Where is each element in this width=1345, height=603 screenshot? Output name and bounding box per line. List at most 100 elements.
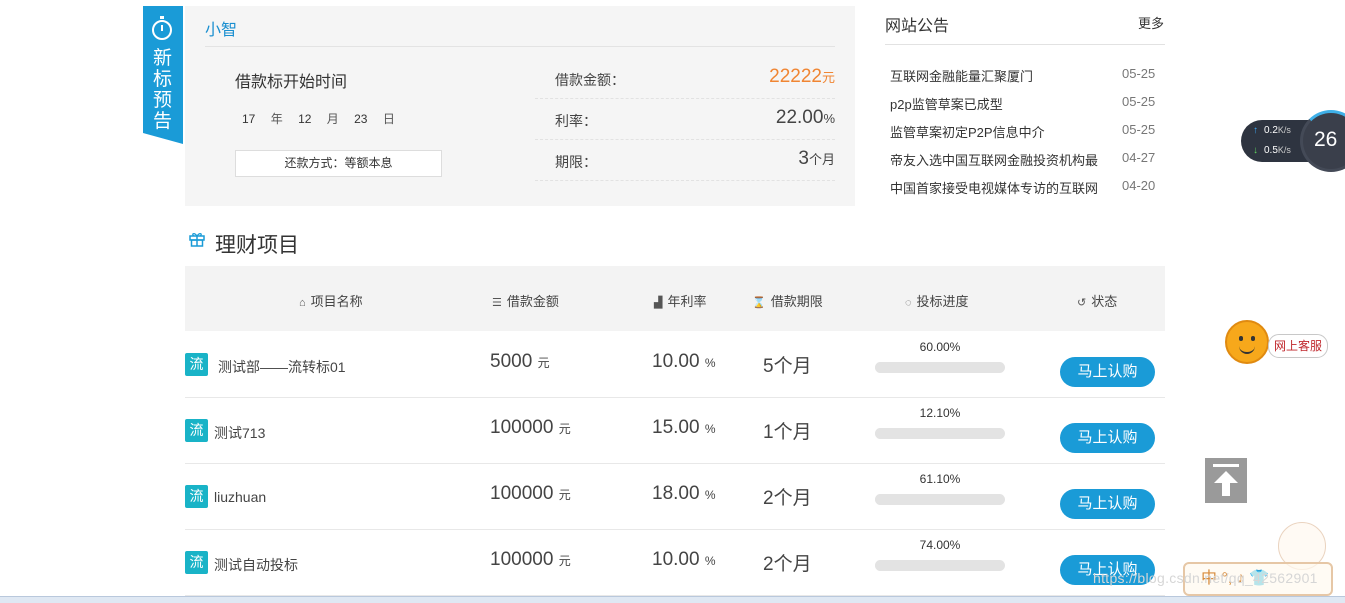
loan-term: 2个月 <box>763 488 812 509</box>
table-row: 流测试自动投标 100000 元 10.00 % 2个月 74.00% 马上认购 <box>185 530 1165 596</box>
annual-rate: 10.00 % <box>652 351 716 372</box>
history-icon: ↺ <box>1077 297 1087 309</box>
progress-percent: 61.10% <box>919 472 961 486</box>
back-to-top-button[interactable] <box>1205 458 1247 503</box>
header-progress: ◌ 投标进度 <box>905 294 969 309</box>
transfer-badge: 流 <box>185 551 208 574</box>
transfer-badge: 流 <box>185 419 208 442</box>
date-year-unit: 年 <box>270 112 283 126</box>
project-name-link[interactable]: 测试部——流转标01 <box>218 357 346 377</box>
loan-amount: 5000 元 <box>490 351 550 372</box>
subscribe-button[interactable]: 马上认购 <box>1060 357 1155 387</box>
progress-percent: 74.00% <box>919 538 961 552</box>
header-name: ⌂ 项目名称 <box>299 294 363 309</box>
notice-item[interactable]: 互联网金融能量汇聚厦门 05-25 <box>890 66 1165 86</box>
preview-amount-row: 借款金额： 22222元 <box>535 58 835 99</box>
service-label: 网上客服 <box>1268 334 1328 358</box>
subscribe-button[interactable]: 马上认购 <box>1060 489 1155 519</box>
date-day-unit: 日 <box>382 112 395 126</box>
divider <box>885 44 1165 45</box>
gauge-value: 26 <box>1314 128 1338 151</box>
notice-item-title[interactable]: 帝友入选中国互联网金融投资机构最 <box>890 150 1118 169</box>
new-loan-preview: 小智 借款标开始时间 17 年 12 月 23 日 还款方式：等额本息 借款金额… <box>185 6 855 206</box>
upload-arrow-icon: ↑ <box>1253 125 1258 136</box>
divider <box>205 46 835 47</box>
loan-term: 5个月 <box>763 356 812 377</box>
watermark-url: https://blog.csdn.net/qq_42562901 <box>1093 570 1318 586</box>
amount-label: 借款金额： <box>555 72 625 88</box>
progress-fill <box>875 560 972 571</box>
table-row: 流测试713 100000 元 15.00 % 1个月 12.10% 马上认购 <box>185 398 1165 464</box>
notice-item[interactable]: p2p监管草案已成型 05-25 <box>890 94 1165 114</box>
progress-bar <box>875 494 1005 505</box>
annual-rate: 15.00 % <box>652 417 716 438</box>
notice-title: 网站公告 <box>885 18 950 35</box>
notice-item-title[interactable]: 互联网金融能量汇聚厦门 <box>890 66 1118 85</box>
notice-item-date: 05-25 <box>1122 122 1156 137</box>
annual-rate: 10.00 % <box>652 549 716 570</box>
loan-amount: 100000 元 <box>490 549 571 570</box>
smiley-headset-icon <box>1225 320 1269 364</box>
home-icon: ⌂ <box>299 297 306 309</box>
date-month: 12 <box>298 112 312 126</box>
transfer-badge: 流 <box>185 353 208 376</box>
stopwatch-icon <box>152 16 172 40</box>
date-year: 17 <box>242 112 256 126</box>
download-speed: ↓ 0.5K/s <box>1253 145 1291 156</box>
notice-item[interactable]: 中国首家接受电视媒体专访的互联网 04-20 <box>890 178 1165 198</box>
ribbon-text: 新标预告 <box>153 48 173 132</box>
rate-label: 利率： <box>555 113 597 129</box>
download-arrow-icon: ↓ <box>1253 145 1258 156</box>
date-month-unit: 月 <box>326 112 339 126</box>
progress-bar <box>875 362 1005 373</box>
loan-term: 1个月 <box>763 422 812 443</box>
project-name-link[interactable]: 测试713 <box>214 423 265 443</box>
notice-item-date: 04-20 <box>1122 178 1156 193</box>
project-name-link[interactable]: liuzhuan <box>214 489 266 505</box>
progress-percent: 12.10% <box>919 406 961 420</box>
notice-item-title[interactable]: p2p监管草案已成型 <box>890 94 1118 113</box>
notice-more-link[interactable]: 更多 <box>1138 13 1164 32</box>
table-row: 流 liuzhuan 100000 元 18.00 % 2个月 61.10% 马上认购 <box>185 464 1165 530</box>
notice-item-date: 05-25 <box>1122 94 1156 109</box>
preview-rate-row: 利率： 22.00% <box>535 99 835 140</box>
header-rate: ▟ 年利率 <box>654 294 707 309</box>
notice-item-title[interactable]: 中国首家接受电视媒体专访的互联网 <box>890 178 1118 197</box>
preview-loan-name[interactable]: 小智 <box>205 16 237 40</box>
notice-item-date: 04-27 <box>1122 150 1156 165</box>
progress-fill <box>875 494 955 505</box>
date-day: 23 <box>354 112 368 126</box>
notice-item[interactable]: 帝友入选中国互联网金融投资机构最 04-27 <box>890 150 1165 170</box>
loan-amount: 100000 元 <box>490 483 571 504</box>
start-time-label: 借款标开始时间 <box>235 74 348 91</box>
hourglass-icon: ⌛ <box>752 297 766 309</box>
progress-fill <box>875 428 891 439</box>
header-term: ⌛ 借款期限 <box>752 294 823 309</box>
gift-icon <box>189 233 205 247</box>
table-header: ⌂ 项目名称 ☰ 借款金额 ▟ 年利率 ⌛ 借款期限 ◌ 投标进度 ↺ 状态 <box>185 266 1165 331</box>
upload-speed: ↑ 0.2K/s <box>1253 125 1291 136</box>
preview-term-row: 期限： 3个月 <box>535 140 835 181</box>
bar-chart-icon: ▟ <box>654 297 663 309</box>
loan-amount: 100000 元 <box>490 417 571 438</box>
loan-term: 2个月 <box>763 554 812 575</box>
notice-item[interactable]: 监管草案初定P2P信息中介 05-25 <box>890 122 1165 142</box>
subscribe-button[interactable]: 马上认购 <box>1060 423 1155 453</box>
project-name-link[interactable]: 测试自动投标 <box>214 555 298 575</box>
term-label: 期限： <box>555 154 597 170</box>
progress-bar <box>875 428 1005 439</box>
header-amount: ☰ 借款金额 <box>492 294 559 309</box>
start-date: 17 年 12 月 23 日 <box>242 110 407 127</box>
notice-item-title[interactable]: 监管草案初定P2P信息中介 <box>890 122 1118 141</box>
repayment-method: 还款方式：等额本息 <box>235 150 442 177</box>
progress-percent: 60.00% <box>919 340 961 354</box>
annual-rate: 18.00 % <box>652 483 716 504</box>
section-title: 理财项目 <box>215 234 299 257</box>
transfer-badge: 流 <box>185 485 208 508</box>
progress-bar <box>875 560 1005 571</box>
new-loan-preview-ribbon: 新标预告 <box>143 6 183 144</box>
table-row: 流测试部——流转标01 5000 元 10.00 % 5个月 60.00% 马上认购 <box>185 332 1165 398</box>
amount-value: 22222元 <box>769 66 835 87</box>
online-service-widget[interactable]: 网上客服 <box>1220 318 1330 374</box>
term-value: 3个月 <box>798 148 835 169</box>
